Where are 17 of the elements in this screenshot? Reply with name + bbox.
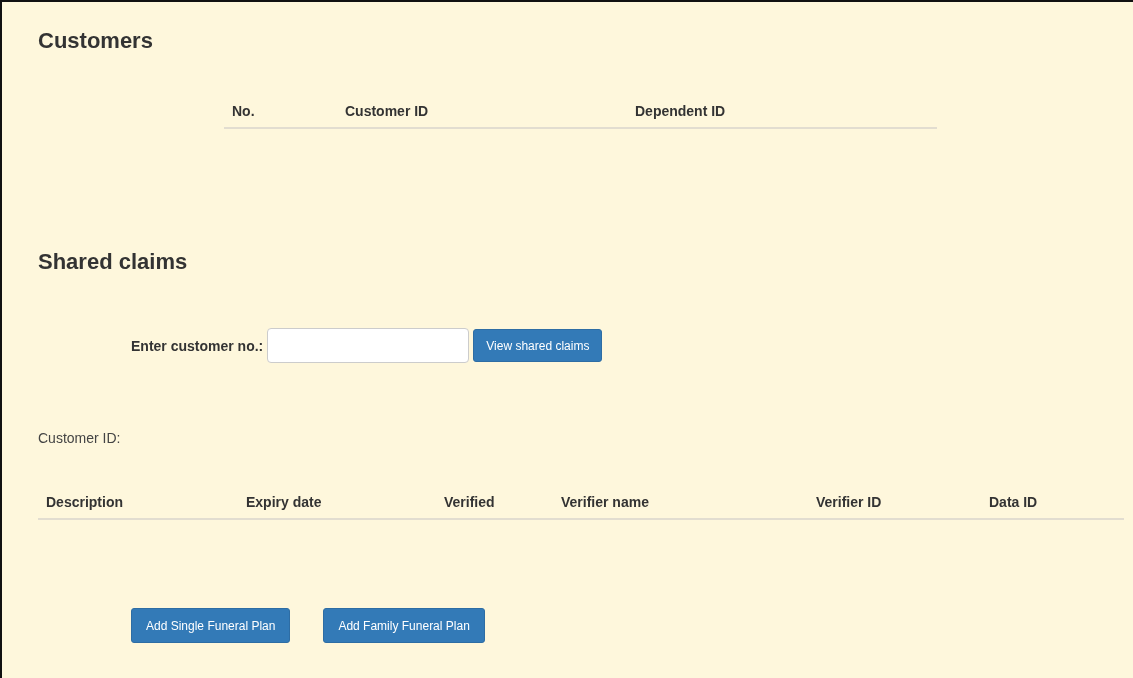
customer-id-label: Customer ID: xyxy=(38,430,122,446)
column-header: Verifier ID xyxy=(815,494,883,510)
column-header: Customer ID xyxy=(344,103,430,119)
column-header: Description xyxy=(45,494,124,510)
column-header: No. xyxy=(231,103,256,119)
column-header: Verified xyxy=(443,494,496,510)
section-heading: Customers xyxy=(38,27,154,55)
section-heading: Shared claims xyxy=(38,249,189,276)
column-header: Data ID xyxy=(988,494,1039,510)
column-header: Dependent ID xyxy=(634,103,727,119)
customer-number-field[interactable] xyxy=(267,328,470,363)
view-shared-claims-button[interactable]: View shared claims xyxy=(473,329,603,362)
add-plan-button[interactable]: Add Family Funeral Plan xyxy=(323,608,485,643)
column-header: Expiry date xyxy=(245,494,323,510)
column-header: Verifier name xyxy=(560,494,650,510)
field-label: Enter customer no.: xyxy=(131,337,264,354)
add-plan-button[interactable]: Add Single Funeral Plan xyxy=(131,608,291,643)
